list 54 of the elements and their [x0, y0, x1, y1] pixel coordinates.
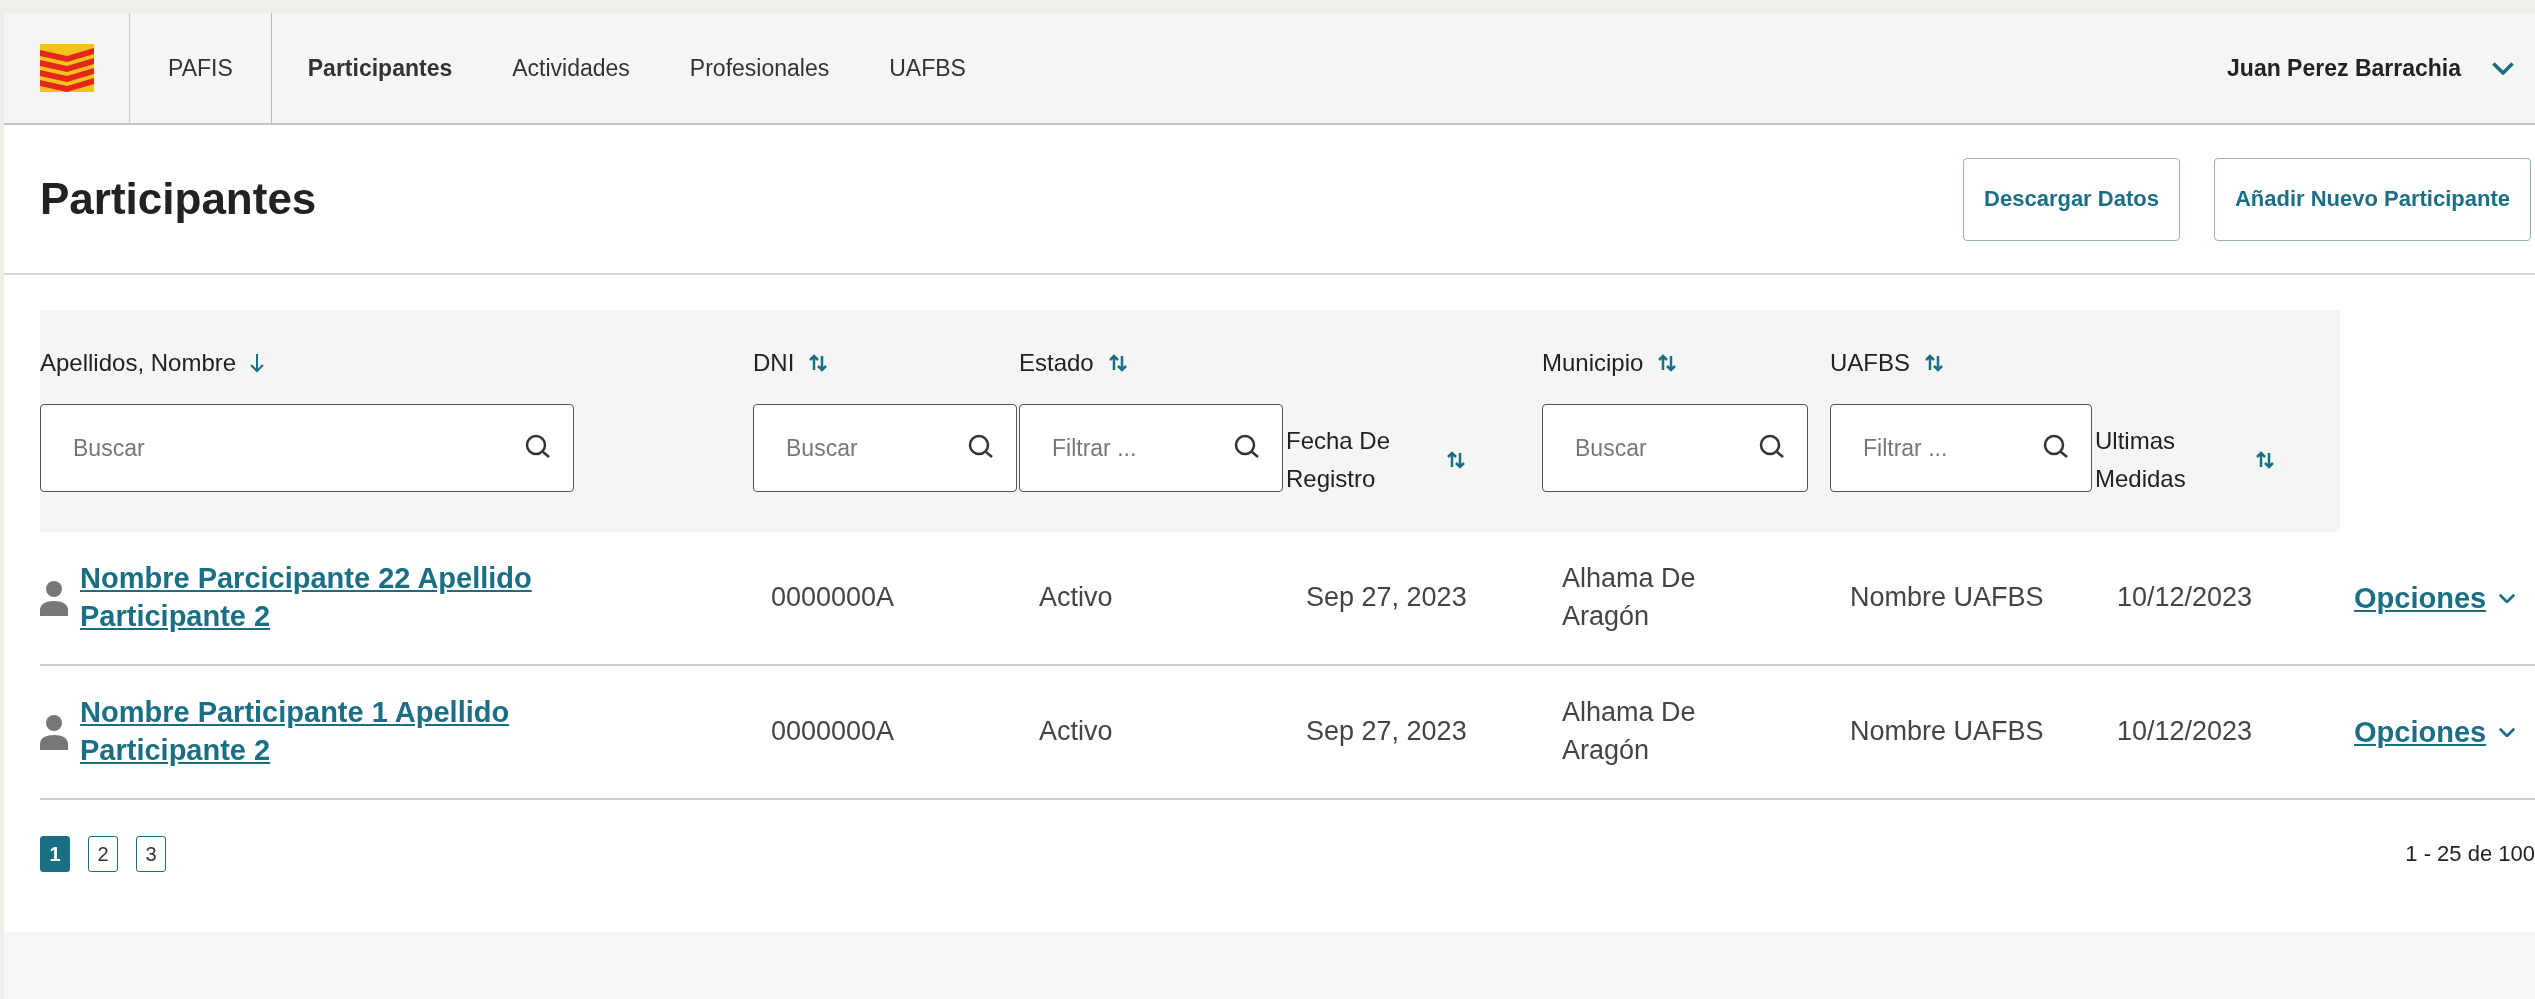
sort-icon[interactable]: [1107, 353, 1128, 373]
column-header: Municipio: [1542, 349, 1644, 377]
column-header: UAFBS: [1830, 349, 1910, 377]
page-title: Participantes: [40, 174, 317, 224]
logo-icon[interactable]: [39, 44, 94, 92]
filter-field[interactable]: Buscar: [40, 404, 574, 492]
user-menu[interactable]: Juan Perez Barrachia: [2227, 54, 2461, 82]
page-button[interactable]: 2: [88, 836, 118, 872]
column-header: DNI: [753, 349, 795, 377]
page-button[interactable]: 3: [136, 836, 166, 872]
sort-down-icon[interactable]: [250, 352, 265, 374]
table-cell-text: 0000000A: [770, 581, 896, 615]
filter-field[interactable]: Filtrar ...: [1830, 404, 2092, 492]
filter-field[interactable]: Buscar: [1542, 404, 1808, 492]
table-cell-text: Sep 27, 2023: [1305, 581, 1468, 615]
table-cell-text: Activo: [1038, 715, 1114, 749]
download-button[interactable]: Descargar Datos: [1963, 157, 2180, 241]
table-cell-text: Activo: [1038, 581, 1114, 615]
column-header: Ultimas Medidas: [2095, 425, 2187, 494]
table-cell-text: 10/12/2023: [2116, 715, 2254, 749]
participant-link[interactable]: Nombre Parcicipante 22 Apellido Participante 2: [80, 560, 640, 636]
nav-link[interactable]: PAFIS: [129, 13, 272, 123]
nav-link[interactable]: Actividades: [482, 13, 660, 123]
nav-link[interactable]: Profesionales: [659, 13, 860, 123]
table-cell-text: 0000000A: [770, 715, 896, 749]
table-cell-text: Alhama De Aragón: [1561, 696, 1697, 767]
sort-icon[interactable]: [1657, 353, 1678, 373]
nav-link[interactable]: UAFBS: [859, 13, 996, 123]
page-button[interactable]: 1: [40, 836, 70, 872]
add-button[interactable]: Añadir Nuevo Participante: [2213, 157, 2531, 241]
options-link[interactable]: Opciones: [2354, 581, 2535, 615]
filter-field[interactable]: Filtrar ...: [1019, 404, 1283, 492]
person-icon: [40, 580, 68, 616]
chevron-down-icon[interactable]: [2491, 60, 2515, 76]
sort-icon[interactable]: [1446, 450, 1466, 470]
range-text: 1 - 25 de 100: [2405, 841, 2535, 867]
table-cell-text: Nombre UAFBS: [1849, 581, 2045, 615]
table-cell-text: Nombre UAFBS: [1849, 715, 2045, 749]
table-cell-text: Sep 27, 2023: [1305, 715, 1468, 749]
sort-icon[interactable]: [2255, 450, 2275, 470]
sort-icon[interactable]: [808, 353, 829, 373]
column-header: Apellidos, Nombre: [40, 349, 237, 377]
filter-field[interactable]: Buscar: [753, 404, 1017, 492]
person-icon: [40, 714, 68, 750]
column-header: Fecha De Registro: [1286, 425, 1392, 494]
nav-link[interactable]: Participantes: [271, 13, 483, 123]
sort-icon[interactable]: [1924, 353, 1944, 373]
chevron-down-icon[interactable]: [2498, 726, 2517, 738]
chevron-down-icon[interactable]: [2498, 592, 2517, 604]
table-cell-text: Alhama De Aragón: [1561, 562, 1697, 633]
table-cell-text: 10/12/2023: [2116, 581, 2254, 615]
options-link[interactable]: Opciones: [2354, 715, 2535, 749]
column-header: Estado: [1019, 349, 1094, 377]
participant-link[interactable]: Nombre Participante 1 Apellido Participante 2: [80, 694, 640, 770]
